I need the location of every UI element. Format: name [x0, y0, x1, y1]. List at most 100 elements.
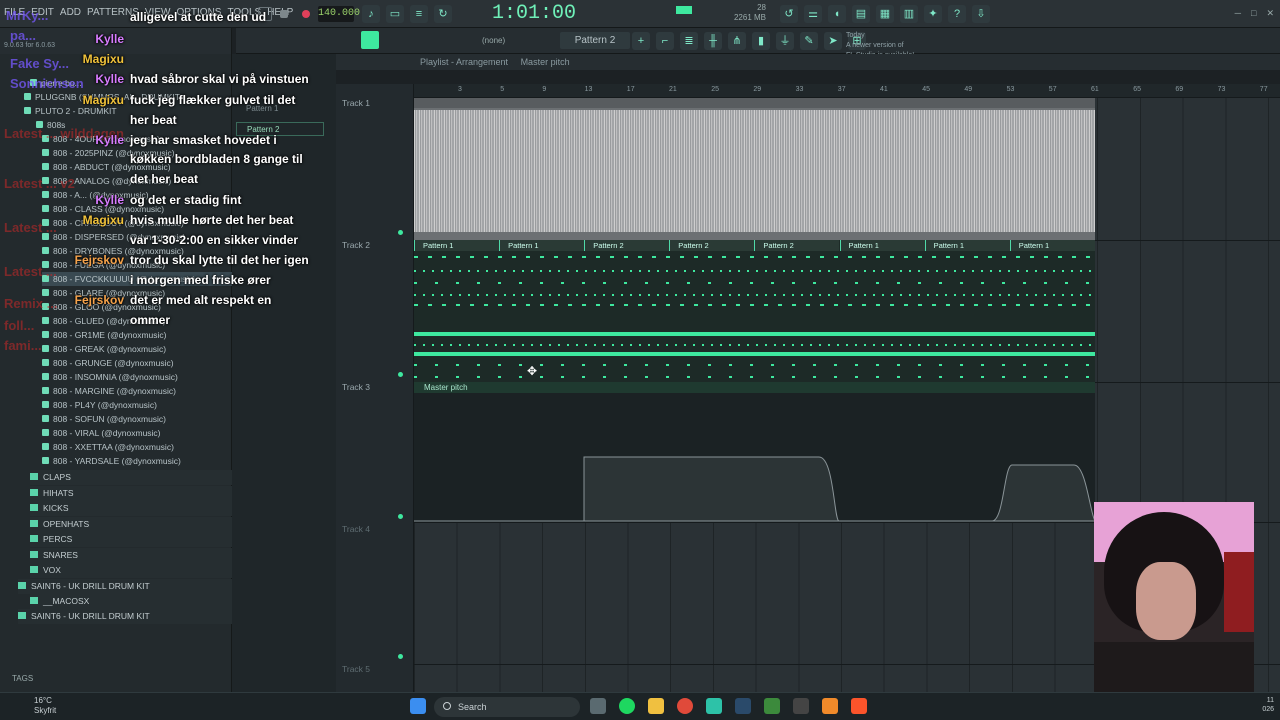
track-label[interactable]: Track 1 — [342, 98, 370, 108]
clipboard-icon[interactable]: ▮ — [752, 32, 770, 50]
snap-select[interactable]: (none) — [482, 36, 505, 45]
browser-icon[interactable]: ▥ — [900, 5, 918, 23]
pattern-clip-label[interactable]: Pattern 2 — [754, 240, 840, 251]
time-ruler[interactable]: 3 5 9 13 17 21 25 29 33 37 41 45 49 53 57 61 65 69 73 77 — [414, 84, 1280, 98]
browser-file[interactable]: 808 - INSOMNIA (@dynoxmusic) — [42, 370, 178, 384]
track-label[interactable]: Track 3 — [342, 382, 370, 392]
pattern-clip-label[interactable]: Pattern 1 — [414, 240, 499, 251]
pattern-clip-label[interactable]: Pattern 1 — [924, 240, 1010, 251]
folder-icon[interactable] — [648, 698, 664, 714]
pattern-select[interactable]: Pattern 2 — [560, 32, 630, 49]
app-icon[interactable] — [706, 698, 722, 714]
help-icon[interactable]: ? — [948, 5, 966, 23]
loop-record-icon[interactable]: ↻ — [434, 5, 452, 23]
browser-folder[interactable]: SNARES — [30, 547, 252, 563]
menu-tools[interactable]: TOOLS — [227, 7, 261, 18]
browser-file[interactable]: 808 - A... (@dynoxmusic) — [42, 188, 149, 202]
track-mute-dot[interactable] — [398, 372, 403, 377]
menu-patterns[interactable]: PATTERNS — [87, 7, 139, 18]
menu-edit[interactable]: EDIT — [31, 7, 54, 18]
taskview-icon[interactable] — [590, 698, 606, 714]
browser-file[interactable]: 808 - DRYBONES (@dynoxmusic) — [42, 244, 184, 258]
add-pattern-icon[interactable]: + — [632, 32, 650, 50]
steam-icon[interactable] — [735, 698, 751, 714]
browser-folder[interactable]: __MACOSX — [30, 593, 252, 609]
browser-folder[interactable]: PLUTO 2 - DRUMKIT — [24, 104, 117, 118]
send-icon[interactable]: ➤ — [824, 32, 842, 50]
windows-start-icon[interactable] — [410, 698, 426, 714]
track-label[interactable]: Track 2 — [342, 240, 370, 250]
browser-file[interactable]: 808 - GLARE (@dynoxmusic) — [42, 286, 165, 300]
fl-studio-icon[interactable] — [822, 698, 838, 714]
browser-folder[interactable]: 808s — [36, 118, 65, 132]
plug-icon[interactable]: ⏚ — [776, 32, 794, 50]
download-icon[interactable]: ⇩ — [972, 5, 990, 23]
wait-icon[interactable]: ▭ — [386, 5, 404, 23]
mixer-icon[interactable]: ⚌ — [804, 5, 822, 23]
countdown-icon[interactable]: ≡ — [410, 5, 428, 23]
browser-folder[interactable]: PERCS — [30, 532, 252, 547]
brave-icon[interactable] — [851, 698, 867, 714]
browser-file[interactable]: 808 - FUEGA (@dynoxmusic) — [42, 258, 165, 272]
minimize-icon[interactable]: ─ — [1235, 8, 1241, 19]
browser-file[interactable]: 808 - GLUED (@dynoxmusic) — [42, 314, 166, 328]
pattern-mode-icon[interactable] — [361, 31, 379, 49]
taskbar-search[interactable]: Search — [434, 697, 580, 717]
mic-icon[interactable]: ◖ — [828, 5, 846, 23]
audio-clip-waveform[interactable] — [414, 98, 1095, 240]
pattern-clip-label[interactable]: Pattern 2 — [669, 240, 755, 251]
tags-label[interactable]: TAGS — [12, 674, 33, 683]
browser-file[interactable]: 808 - CRASHOUT (@dynoxmusic) — [42, 216, 184, 230]
browser-folder[interactable]: SAINT6 - UK DRILL DRUM KIT — [18, 578, 240, 594]
browser-folder[interactable]: pierre bo... — [30, 76, 82, 90]
tempo-display[interactable]: 140.000 — [318, 6, 360, 22]
browser-folder[interactable]: PLUGGNB (SUMMRS, AI... DRUMKIT — [24, 90, 180, 104]
browser-file[interactable]: 808 - MARGINE (@dynoxmusic) — [42, 384, 176, 398]
browser-file[interactable]: 808 - DISPERSED (@dynoxmusic) — [42, 230, 185, 244]
pattern-clip-label[interactable]: Pattern 1 — [839, 240, 925, 251]
browser-folder[interactable]: SAINT6 - UK DRILL DRUM KIT — [18, 608, 240, 624]
pattern-item-active[interactable]: Pattern 2 — [236, 122, 324, 136]
track-label[interactable]: Track 4 — [342, 524, 370, 534]
menu-file[interactable]: FILE — [4, 7, 25, 18]
channel-rack-icon[interactable]: ▦ — [876, 5, 894, 23]
track-mute-dot[interactable] — [398, 230, 403, 235]
automation-clip-label[interactable]: Master pitch — [414, 382, 1095, 393]
weather-widget[interactable]: 16°C Skyfrit — [34, 696, 56, 716]
pattern-clips-lane[interactable]: Pattern 1 Pattern 1 Pattern 2 Pattern 2 Patt… — [414, 240, 1095, 382]
piano-roll-icon[interactable]: ▤ — [852, 5, 870, 23]
browser-file[interactable]: 808 - 4OUR (@dynoxmusic) — [42, 132, 160, 146]
pencil-icon[interactable]: ✎ — [800, 32, 818, 50]
browser-file[interactable]: 808 - YARDSALE (@dynoxmusic) — [42, 454, 181, 468]
browser-file[interactable]: 808 - CLASS (@dynoxmusic) — [42, 202, 164, 216]
tree-icon[interactable]: ⋔ — [728, 32, 746, 50]
stop-button[interactable] — [280, 10, 288, 18]
menu-add[interactable]: ADD — [60, 7, 81, 18]
pattern-clip-label[interactable]: Pattern 1 — [499, 240, 585, 251]
undo-icon[interactable]: ↺ — [780, 5, 798, 23]
browser-folder[interactable]: OPENHATS — [30, 516, 252, 532]
plugin-icon[interactable]: ✦ — [924, 5, 942, 23]
list-icon[interactable]: ≣ — [680, 32, 698, 50]
browser-folder[interactable]: KICKS — [30, 501, 252, 516]
xbox-icon[interactable] — [793, 698, 809, 714]
automation-curve[interactable] — [414, 393, 1095, 522]
menu-view[interactable]: VIEW — [145, 7, 171, 18]
browser-file[interactable]: 808 - GLOO (@dynoxmusic) — [42, 300, 161, 314]
pattern-clip-label[interactable]: Pattern 1 — [1009, 240, 1095, 251]
automation-lane[interactable]: Master pitch — [414, 382, 1095, 522]
browser-file[interactable]: 808 - 2025PINZ (@dynoxmusic) — [42, 146, 175, 160]
chrome-icon[interactable] — [677, 698, 693, 714]
browser-folder[interactable]: CLAPS — [30, 470, 252, 485]
pattern-item[interactable]: Pattern 1 — [236, 102, 324, 116]
play-button[interactable] — [258, 7, 272, 21]
browser-file[interactable]: 808 - VIRAL (@dynoxmusic) — [42, 426, 161, 440]
track-mute-dot[interactable] — [398, 514, 403, 519]
browser-file[interactable]: 808 - XXETTAA (@dynoxmusic) — [42, 440, 174, 454]
track-mute-dot[interactable] — [398, 654, 403, 659]
browser-file[interactable]: 808 - GRUNGE (@dynoxmusic) — [42, 356, 174, 370]
metronome-icon[interactable]: ♪ — [362, 5, 380, 23]
browser-file[interactable]: 808 - SOFUN (@dynoxmusic) — [42, 412, 166, 426]
browser-file[interactable]: 808 - PL4Y (@dynoxmusic) — [42, 398, 157, 412]
track-label[interactable]: Track 5 — [342, 664, 370, 674]
